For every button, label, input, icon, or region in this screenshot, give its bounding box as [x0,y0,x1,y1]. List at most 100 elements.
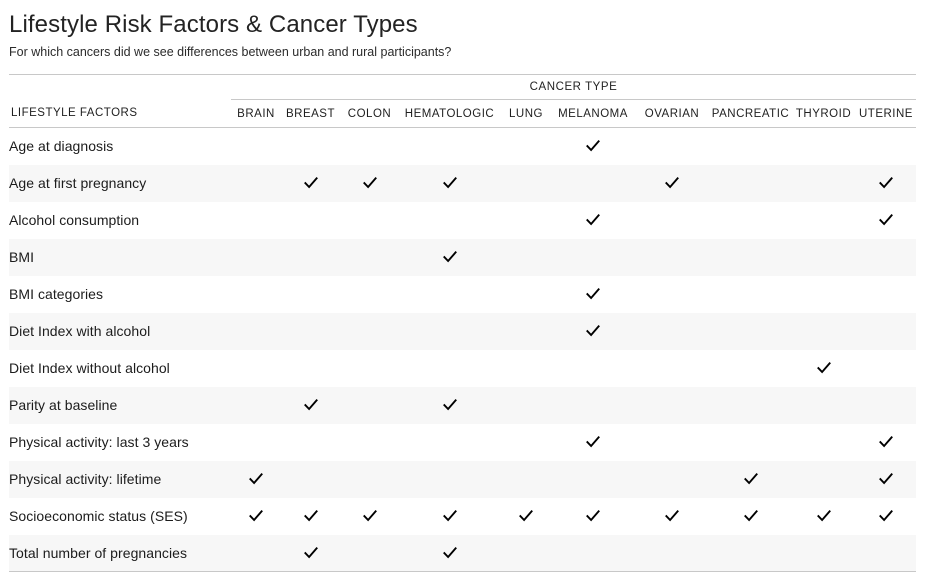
matrix-cell-hematologic[interactable] [399,534,500,572]
matrix-cell-colon[interactable] [340,424,399,461]
matrix-cell-lung[interactable] [500,202,552,239]
matrix-cell-brain[interactable] [231,387,281,424]
column-header-melanoma[interactable]: MELANOMA [552,99,634,128]
matrix-cell-colon[interactable] [340,276,399,313]
matrix-cell-ovarian[interactable] [634,387,710,424]
matrix-cell-pancreatic[interactable] [710,239,791,276]
matrix-cell-breast[interactable] [281,350,340,387]
matrix-cell-melanoma[interactable] [552,128,634,165]
matrix-cell-lung[interactable] [500,534,552,572]
column-header-breast[interactable]: BREAST [281,99,340,128]
matrix-cell-pancreatic[interactable] [710,534,791,572]
matrix-cell-brain[interactable] [231,276,281,313]
matrix-cell-melanoma[interactable] [552,534,634,572]
matrix-cell-uterine[interactable] [856,534,916,572]
matrix-cell-melanoma[interactable] [552,461,634,498]
matrix-cell-colon[interactable] [340,534,399,572]
matrix-cell-melanoma[interactable] [552,276,634,313]
matrix-cell-thyroid[interactable] [791,202,856,239]
matrix-cell-uterine[interactable] [856,350,916,387]
matrix-cell-ovarian[interactable] [634,202,710,239]
matrix-cell-thyroid[interactable] [791,387,856,424]
matrix-cell-thyroid[interactable] [791,350,856,387]
column-header-hematologic[interactable]: HEMATOLOGIC [399,99,500,128]
matrix-cell-brain[interactable] [231,128,281,165]
matrix-cell-pancreatic[interactable] [710,313,791,350]
matrix-cell-pancreatic[interactable] [710,424,791,461]
matrix-cell-thyroid[interactable] [791,534,856,572]
matrix-cell-hematologic[interactable] [399,202,500,239]
matrix-cell-ovarian[interactable] [634,128,710,165]
matrix-cell-colon[interactable] [340,128,399,165]
matrix-cell-thyroid[interactable] [791,239,856,276]
column-header-thyroid[interactable]: THYROID [791,99,856,128]
matrix-cell-uterine[interactable] [856,461,916,498]
matrix-cell-ovarian[interactable] [634,461,710,498]
matrix-cell-ovarian[interactable] [634,350,710,387]
matrix-cell-brain[interactable] [231,165,281,202]
matrix-cell-colon[interactable] [340,202,399,239]
matrix-cell-uterine[interactable] [856,202,916,239]
matrix-cell-thyroid[interactable] [791,498,856,535]
column-header-ovarian[interactable]: OVARIAN [634,99,710,128]
matrix-cell-breast[interactable] [281,461,340,498]
column-header-lung[interactable]: LUNG [500,99,552,128]
matrix-cell-hematologic[interactable] [399,350,500,387]
matrix-cell-melanoma[interactable] [552,239,634,276]
matrix-cell-uterine[interactable] [856,165,916,202]
matrix-cell-hematologic[interactable] [399,424,500,461]
matrix-cell-brain[interactable] [231,202,281,239]
matrix-cell-brain[interactable] [231,313,281,350]
matrix-cell-pancreatic[interactable] [710,498,791,535]
matrix-cell-thyroid[interactable] [791,128,856,165]
matrix-cell-breast[interactable] [281,165,340,202]
matrix-cell-thyroid[interactable] [791,461,856,498]
matrix-cell-breast[interactable] [281,202,340,239]
matrix-cell-pancreatic[interactable] [710,202,791,239]
matrix-cell-lung[interactable] [500,387,552,424]
matrix-cell-breast[interactable] [281,534,340,572]
matrix-cell-hematologic[interactable] [399,313,500,350]
matrix-cell-breast[interactable] [281,387,340,424]
column-header-pancreatic[interactable]: PANCREATIC [710,99,791,128]
matrix-cell-breast[interactable] [281,128,340,165]
matrix-cell-brain[interactable] [231,424,281,461]
matrix-cell-colon[interactable] [340,498,399,535]
matrix-cell-brain[interactable] [231,461,281,498]
matrix-cell-lung[interactable] [500,313,552,350]
column-header-colon[interactable]: COLON [340,99,399,128]
matrix-cell-breast[interactable] [281,276,340,313]
matrix-cell-ovarian[interactable] [634,313,710,350]
matrix-cell-uterine[interactable] [856,276,916,313]
matrix-cell-lung[interactable] [500,424,552,461]
matrix-cell-breast[interactable] [281,424,340,461]
matrix-cell-uterine[interactable] [856,239,916,276]
matrix-cell-lung[interactable] [500,239,552,276]
matrix-cell-ovarian[interactable] [634,165,710,202]
matrix-cell-lung[interactable] [500,165,552,202]
matrix-cell-pancreatic[interactable] [710,350,791,387]
matrix-cell-thyroid[interactable] [791,276,856,313]
matrix-cell-brain[interactable] [231,350,281,387]
matrix-cell-hematologic[interactable] [399,165,500,202]
matrix-cell-lung[interactable] [500,128,552,165]
column-header-brain[interactable]: BRAIN [231,99,281,128]
matrix-cell-breast[interactable] [281,313,340,350]
matrix-cell-ovarian[interactable] [634,498,710,535]
matrix-cell-brain[interactable] [231,498,281,535]
matrix-cell-hematologic[interactable] [399,239,500,276]
matrix-cell-colon[interactable] [340,350,399,387]
matrix-cell-uterine[interactable] [856,128,916,165]
matrix-cell-colon[interactable] [340,461,399,498]
matrix-cell-melanoma[interactable] [552,387,634,424]
matrix-cell-pancreatic[interactable] [710,461,791,498]
matrix-cell-ovarian[interactable] [634,276,710,313]
matrix-cell-ovarian[interactable] [634,534,710,572]
matrix-cell-colon[interactable] [340,239,399,276]
matrix-cell-ovarian[interactable] [634,424,710,461]
matrix-cell-uterine[interactable] [856,313,916,350]
matrix-cell-thyroid[interactable] [791,165,856,202]
matrix-cell-lung[interactable] [500,350,552,387]
matrix-cell-melanoma[interactable] [552,498,634,535]
matrix-cell-uterine[interactable] [856,424,916,461]
